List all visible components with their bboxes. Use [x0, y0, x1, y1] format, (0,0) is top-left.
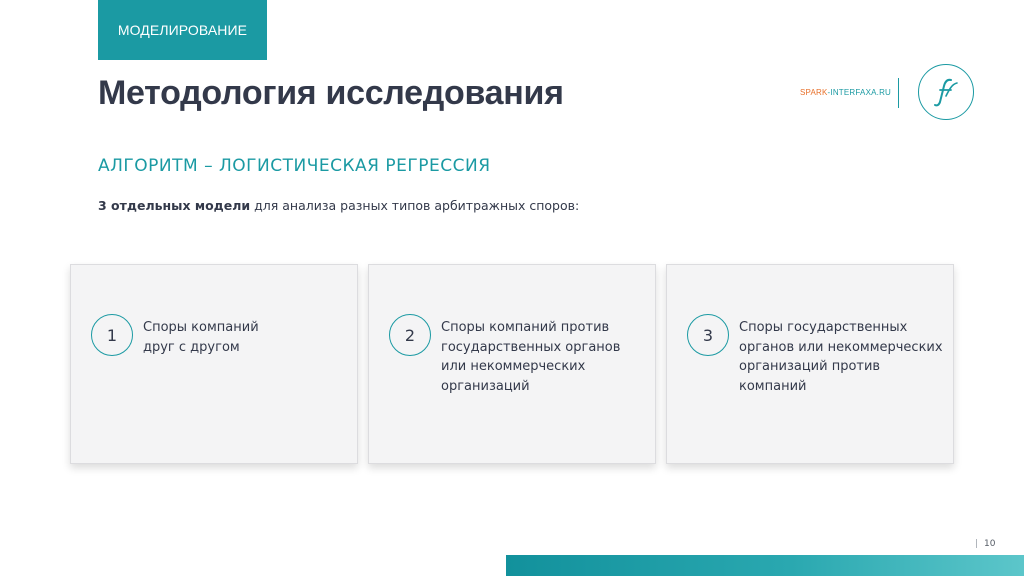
card-line: друг с другом — [143, 339, 240, 355]
card-description: Споры компаний против государственных ор… — [441, 318, 646, 396]
card-line: организаций против — [739, 359, 881, 374]
intro-text: 3 отдельных модели для анализа разных ти… — [98, 198, 579, 213]
card-line: Споры компаний против — [441, 320, 610, 335]
model-card-1: 1 Споры компаний друг с другом — [70, 264, 358, 464]
page-number: | 10 — [975, 539, 996, 549]
intro-rest: для анализа разных типов арбитражных спо… — [250, 198, 580, 213]
interfax-f-logo-icon — [918, 64, 974, 120]
card-line: компаний — [739, 378, 807, 394]
page-number-value: 10 — [984, 539, 996, 549]
footer-bar — [506, 555, 1024, 576]
card-line: государственных органов — [441, 339, 621, 355]
card-line: Споры компаний — [143, 320, 259, 335]
page-title: Методология исследования — [98, 74, 564, 112]
card-number-badge: 1 — [91, 314, 133, 356]
card-line: или некоммерческих — [441, 359, 586, 374]
section-subtitle: АЛГОРИТМ – ЛОГИСТИЧЕСКАЯ РЕГРЕССИЯ — [98, 156, 491, 176]
card-line: организаций — [441, 378, 530, 394]
card-line: органов или некоммерческих — [739, 339, 943, 355]
section-tag: МОДЕЛИРОВАНИЕ — [98, 0, 267, 60]
card-number-badge: 3 — [687, 314, 729, 356]
intro-bold: 3 отдельных модели — [98, 198, 251, 213]
card-description: Споры компаний друг с другом — [143, 318, 348, 357]
brand-link[interactable]: SPARK-INTERFAXA.RU — [800, 88, 891, 97]
card-description: Споры государственных органов или некомм… — [739, 318, 944, 396]
model-card-2: 2 Споры компаний против государственных … — [368, 264, 656, 464]
brand-divider — [898, 78, 899, 108]
page-number-separator: | — [975, 539, 979, 549]
card-number-badge: 2 — [389, 314, 431, 356]
card-line: Споры государственных — [739, 320, 908, 335]
model-card-3: 3 Споры государственных органов или неко… — [666, 264, 954, 464]
brand-prefix: SPARK — [800, 88, 828, 97]
brand-suffix: -INTERFAXA.RU — [827, 88, 892, 97]
logo-glyph — [934, 78, 958, 107]
